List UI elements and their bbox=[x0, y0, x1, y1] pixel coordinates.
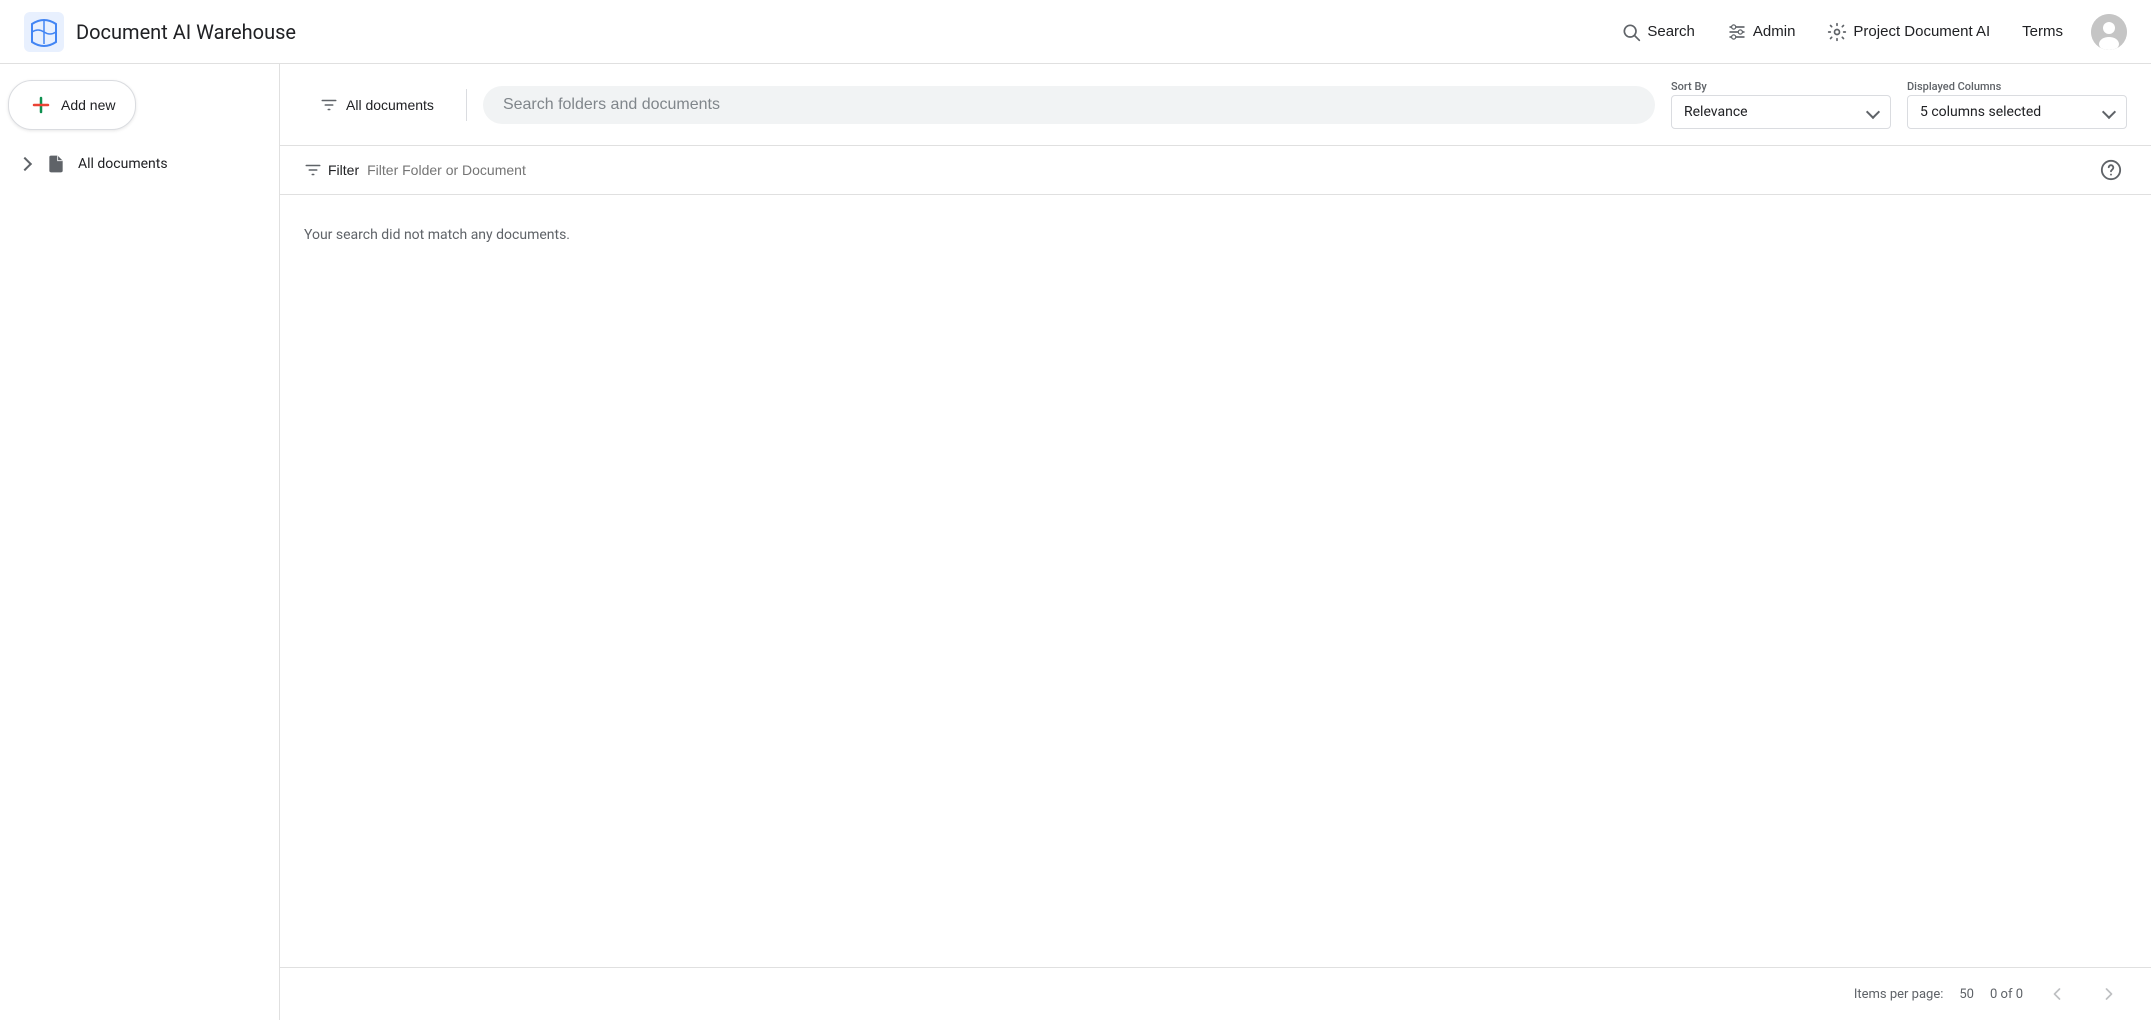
content-area: All documents Sort By Relevance Displaye… bbox=[280, 64, 2151, 1020]
document-icon bbox=[46, 154, 66, 174]
displayed-columns-value: 5 columns selected bbox=[1920, 104, 2041, 120]
pagination-prev-button[interactable] bbox=[2039, 980, 2075, 1008]
user-avatar[interactable] bbox=[2091, 14, 2127, 50]
search-nav-label: Search bbox=[1647, 23, 1695, 40]
sort-by-value: Relevance bbox=[1684, 104, 1748, 120]
add-new-button[interactable]: Add new bbox=[8, 80, 136, 130]
plus-icon bbox=[29, 93, 53, 117]
search-nav-button[interactable]: Search bbox=[1617, 14, 1699, 50]
footer-pagination: 0 of 0 bbox=[1990, 980, 2127, 1008]
filter-button[interactable]: Filter bbox=[304, 161, 359, 179]
search-icon bbox=[1621, 22, 1641, 42]
filter-label: Filter bbox=[328, 162, 359, 178]
footer: Items per page: 50 0 of 0 bbox=[280, 967, 2151, 1020]
project-nav-label: Project Document AI bbox=[1853, 23, 1990, 40]
filter-row: Filter bbox=[280, 146, 2151, 195]
pagination-next-button[interactable] bbox=[2091, 980, 2127, 1008]
items-per-page-label: Items per page: bbox=[1854, 987, 1944, 1002]
gear-icon bbox=[1827, 22, 1847, 42]
search-input[interactable] bbox=[503, 96, 1635, 114]
empty-message: Your search did not match any documents. bbox=[304, 227, 570, 243]
displayed-columns-select[interactable]: 5 columns selected bbox=[1907, 95, 2127, 129]
app-logo-icon bbox=[24, 12, 64, 52]
terms-nav-button[interactable]: Terms bbox=[2018, 15, 2067, 48]
help-icon bbox=[2100, 159, 2122, 181]
sidebar-all-documents-label: All documents bbox=[78, 156, 168, 172]
displayed-columns-wrap: Displayed Columns 5 columns selected bbox=[1907, 80, 2127, 129]
empty-state: Your search did not match any documents. bbox=[280, 195, 2151, 967]
app-title: Document AI Warehouse bbox=[76, 20, 296, 44]
all-documents-filter-label: All documents bbox=[346, 97, 434, 113]
admin-nav-button[interactable]: Admin bbox=[1723, 14, 1800, 50]
filter-icon bbox=[304, 161, 322, 179]
sidebar-item-all-documents[interactable]: All documents bbox=[8, 146, 271, 182]
sort-by-label: Sort By bbox=[1671, 80, 1891, 93]
items-per-page-value: 50 bbox=[1959, 987, 1974, 1002]
search-divider bbox=[466, 89, 467, 121]
displayed-columns-chevron-icon bbox=[2102, 105, 2116, 119]
sidebar: Add new All documents bbox=[0, 64, 280, 1020]
project-nav-button[interactable]: Project Document AI bbox=[1823, 14, 1994, 50]
chevron-right-icon bbox=[2099, 984, 2119, 1004]
admin-icon bbox=[1727, 22, 1747, 42]
nav-actions: Search Admin Project Document AI Terms bbox=[1617, 14, 2127, 50]
all-documents-filter-button[interactable]: All documents bbox=[304, 86, 450, 124]
sort-by-chevron-icon bbox=[1866, 105, 1880, 119]
search-row: All documents Sort By Relevance Displaye… bbox=[280, 64, 2151, 146]
admin-nav-label: Admin bbox=[1753, 23, 1796, 40]
sort-by-select[interactable]: Relevance bbox=[1671, 95, 1891, 129]
add-new-label: Add new bbox=[61, 97, 115, 113]
main-layout: Add new All documents All documents bbox=[0, 64, 2151, 1020]
filter-list-icon bbox=[320, 96, 338, 114]
nav-logo: Document AI Warehouse bbox=[24, 12, 296, 52]
help-button[interactable] bbox=[2095, 154, 2127, 186]
filter-input[interactable] bbox=[367, 162, 2087, 178]
pagination-count: 0 of 0 bbox=[1990, 987, 2023, 1002]
chevron-right-icon bbox=[18, 157, 32, 171]
displayed-columns-label: Displayed Columns bbox=[1907, 80, 2127, 93]
avatar-image bbox=[2091, 14, 2127, 50]
sort-by-wrap: Sort By Relevance bbox=[1671, 80, 1891, 129]
top-nav: Document AI Warehouse Search Admin bbox=[0, 0, 2151, 64]
search-input-wrap bbox=[483, 86, 1655, 124]
chevron-left-icon bbox=[2047, 984, 2067, 1004]
